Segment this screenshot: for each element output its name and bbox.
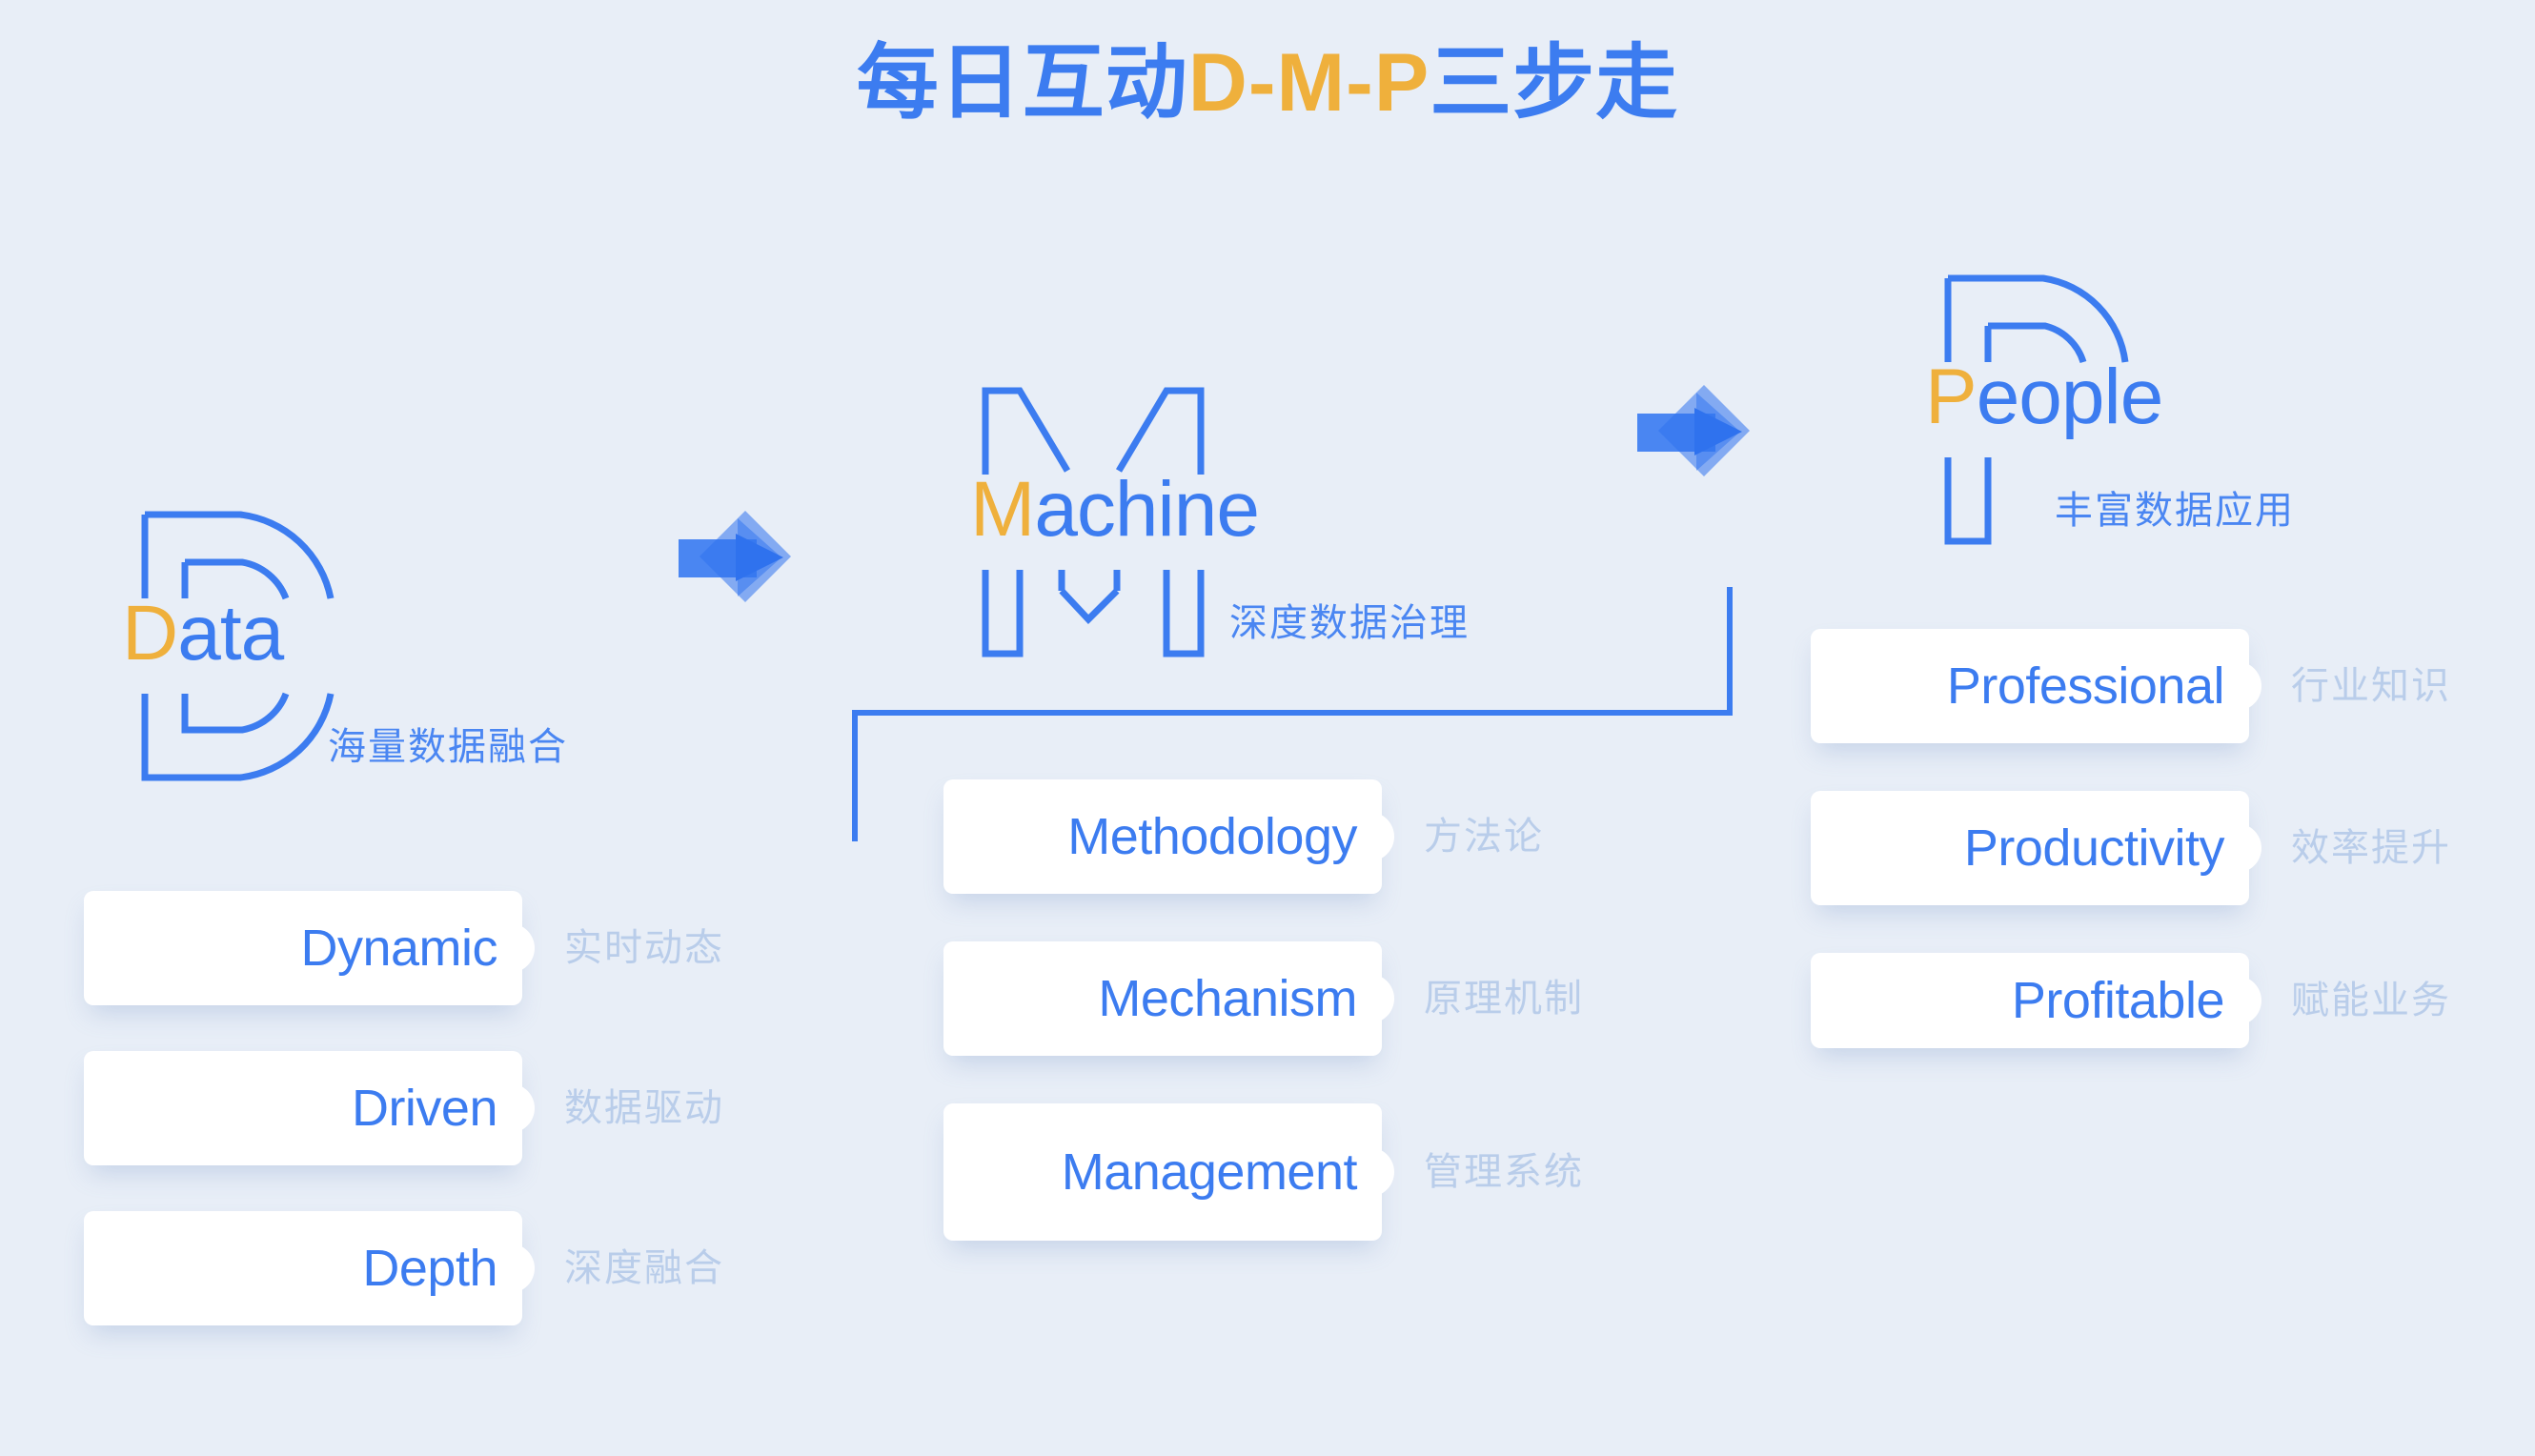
stage-people-word-rest: eople: [1976, 354, 2164, 440]
card-label: Dynamic: [300, 920, 497, 977]
stage-machine-subtitle: 深度数据治理: [1229, 602, 1470, 644]
page-title: 每日互动D-M-P三步走: [0, 30, 2535, 135]
card-notch-icon: [510, 1244, 535, 1293]
card-notch-icon: [1369, 974, 1394, 1023]
card-annotation: 数据驱动: [564, 1087, 724, 1129]
card-methodology[interactable]: Methodology: [943, 779, 1394, 894]
card-label: Methodology: [1067, 808, 1357, 865]
card-annotation: 原理机制: [1424, 978, 1584, 1020]
card-mechanism[interactable]: Mechanism: [943, 941, 1394, 1056]
card-professional[interactable]: Professional: [1811, 629, 2261, 743]
card-depth[interactable]: Depth: [84, 1211, 535, 1325]
card-label: Professional: [1946, 657, 2225, 715]
card-row-people-0: Professional 行业知识: [1811, 629, 2451, 743]
stage-machine-word-rest: achine: [1034, 466, 1260, 553]
card-annotation: 效率提升: [2291, 827, 2451, 869]
card-annotation: 管理系统: [1424, 1151, 1584, 1193]
stage-people-word: People: [1925, 358, 2163, 436]
stage-people-subtitle: 丰富数据应用: [2055, 490, 2295, 532]
title-accent: D-M-P: [1187, 37, 1430, 129]
card-label: Driven: [351, 1080, 498, 1137]
card-notch-icon: [2237, 823, 2261, 873]
stage-data-subtitle: 海量数据融合: [328, 726, 568, 768]
card-label: Productivity: [1963, 819, 2225, 877]
card-annotation: 方法论: [1424, 816, 1544, 858]
card-annotation: 行业知识: [2291, 665, 2451, 707]
stage-people: People 丰富数据应用: [1925, 267, 2535, 553]
card-label: Depth: [362, 1240, 497, 1297]
title-prefix: 每日互动: [856, 37, 1188, 129]
stage-machine: Machine 深度数据治理: [970, 379, 1660, 665]
card-row-people-1: Productivity 效率提升: [1811, 791, 2451, 905]
card-annotation: 深度融合: [564, 1247, 724, 1289]
stage-data: Data 海量数据融合: [122, 503, 717, 789]
arrow-data-to-machine: [679, 511, 791, 602]
arrow-machine-to-people: [1637, 385, 1750, 476]
card-row-data-2: Depth 深度融合: [84, 1211, 724, 1325]
stage-machine-word-initial: M: [970, 466, 1035, 553]
card-label: Mechanism: [1098, 970, 1357, 1027]
card-notch-icon: [2237, 661, 2261, 711]
card-row-machine-0: Methodology 方法论: [943, 779, 1544, 894]
card-dynamic[interactable]: Dynamic: [84, 891, 535, 1005]
card-notch-icon: [510, 1083, 535, 1133]
stage-data-word-initial: D: [122, 590, 178, 677]
card-notch-icon: [1369, 812, 1394, 861]
card-label: Profitable: [2011, 972, 2225, 1029]
card-notch-icon: [2237, 976, 2261, 1025]
stage-machine-word: Machine: [970, 471, 1260, 549]
card-annotation: 实时动态: [564, 927, 724, 969]
stage-data-word: Data: [122, 595, 284, 673]
card-profitable[interactable]: Profitable: [1811, 953, 2261, 1048]
card-annotation: 赋能业务: [2291, 980, 2451, 1021]
infographic-canvas: 每日互动D-M-P三步走 Data 海量数据融合 Machine 深度数据治理 …: [0, 0, 2535, 1456]
card-notch-icon: [1369, 1147, 1394, 1197]
stage-people-word-initial: P: [1925, 354, 1977, 440]
card-row-data-0: Dynamic 实时动态: [84, 891, 724, 1005]
title-suffix: 三步走: [1430, 37, 1679, 129]
card-label: Management: [1061, 1143, 1358, 1201]
card-row-people-2: Profitable 赋能业务: [1811, 953, 2451, 1048]
card-driven[interactable]: Driven: [84, 1051, 535, 1165]
stage-data-word-rest: ata: [177, 590, 284, 677]
card-management[interactable]: Management: [943, 1103, 1394, 1241]
card-notch-icon: [510, 923, 535, 973]
card-row-data-1: Driven 数据驱动: [84, 1051, 724, 1165]
card-row-machine-2: Management 管理系统: [943, 1103, 1584, 1241]
card-productivity[interactable]: Productivity: [1811, 791, 2261, 905]
card-row-machine-1: Mechanism 原理机制: [943, 941, 1584, 1056]
